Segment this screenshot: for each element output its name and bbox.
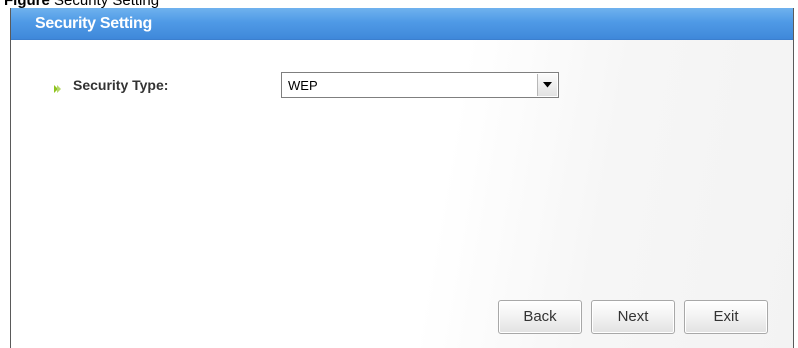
back-button[interactable]: Back: [498, 300, 582, 334]
security-type-row: Security Type: WEP: [53, 72, 613, 100]
wizard-window: Security Setting Security Type: WEP Back…: [10, 8, 794, 348]
security-type-label: Security Type:: [73, 77, 169, 93]
exit-button[interactable]: Exit: [684, 300, 768, 334]
security-type-select[interactable]: WEP: [281, 72, 559, 98]
chevron-down-icon: [543, 82, 552, 88]
dropdown-button[interactable]: [537, 74, 557, 96]
window-title: Security Setting: [35, 15, 153, 32]
security-type-value: WEP: [288, 78, 318, 93]
next-button[interactable]: Next: [591, 300, 675, 334]
title-bar: Security Setting: [11, 8, 793, 40]
bullet-arrow-icon: [53, 81, 63, 93]
